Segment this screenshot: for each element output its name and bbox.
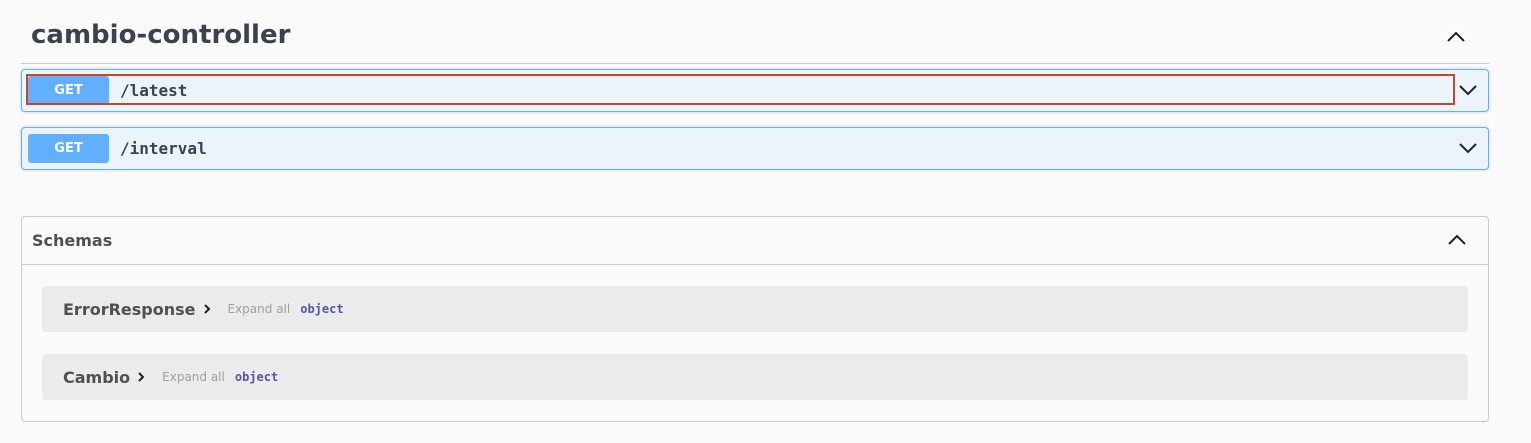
model-container: Cambio Expand all object [42, 354, 1468, 400]
chevron-right-icon[interactable] [136, 371, 146, 383]
method-badge: GET [28, 76, 109, 105]
schemas-header[interactable]: Schemas [22, 217, 1488, 265]
opblock-summary-interval[interactable]: GET /interval [22, 128, 1488, 169]
chevron-down-icon[interactable] [1458, 138, 1478, 158]
model-type: object [234, 370, 279, 384]
chevron-down-icon[interactable] [1458, 80, 1478, 100]
model-type: object [300, 302, 344, 316]
model-container: ErrorResponse Expand all object [42, 286, 1468, 332]
chevron-up-icon[interactable] [1446, 229, 1468, 251]
opblock-get-latest: GET /latest [21, 69, 1489, 112]
opblock-get-interval: GET /interval [21, 127, 1489, 170]
model-name[interactable]: Cambio [63, 368, 130, 387]
opblock-summary-latest[interactable]: GET /latest [22, 70, 1488, 111]
method-badge: GET [28, 134, 109, 163]
chevron-up-icon[interactable] [1445, 26, 1467, 48]
expand-all-link[interactable]: Expand all [162, 370, 225, 384]
focus-outline [26, 74, 1455, 105]
schemas-title: Schemas [32, 231, 113, 250]
tag-section: cambio-controller [21, 10, 1489, 64]
endpoint-path: /latest [120, 81, 188, 100]
expand-all-link[interactable]: Expand all [228, 302, 291, 316]
schemas-section: Schemas ErrorResponse Expand all object … [21, 216, 1489, 422]
model-name[interactable]: ErrorResponse [63, 300, 196, 319]
tag-header[interactable]: cambio-controller [21, 10, 1489, 64]
endpoint-path: /interval [120, 139, 207, 158]
chevron-right-icon[interactable] [202, 303, 212, 315]
tag-title[interactable]: cambio-controller [31, 20, 290, 50]
